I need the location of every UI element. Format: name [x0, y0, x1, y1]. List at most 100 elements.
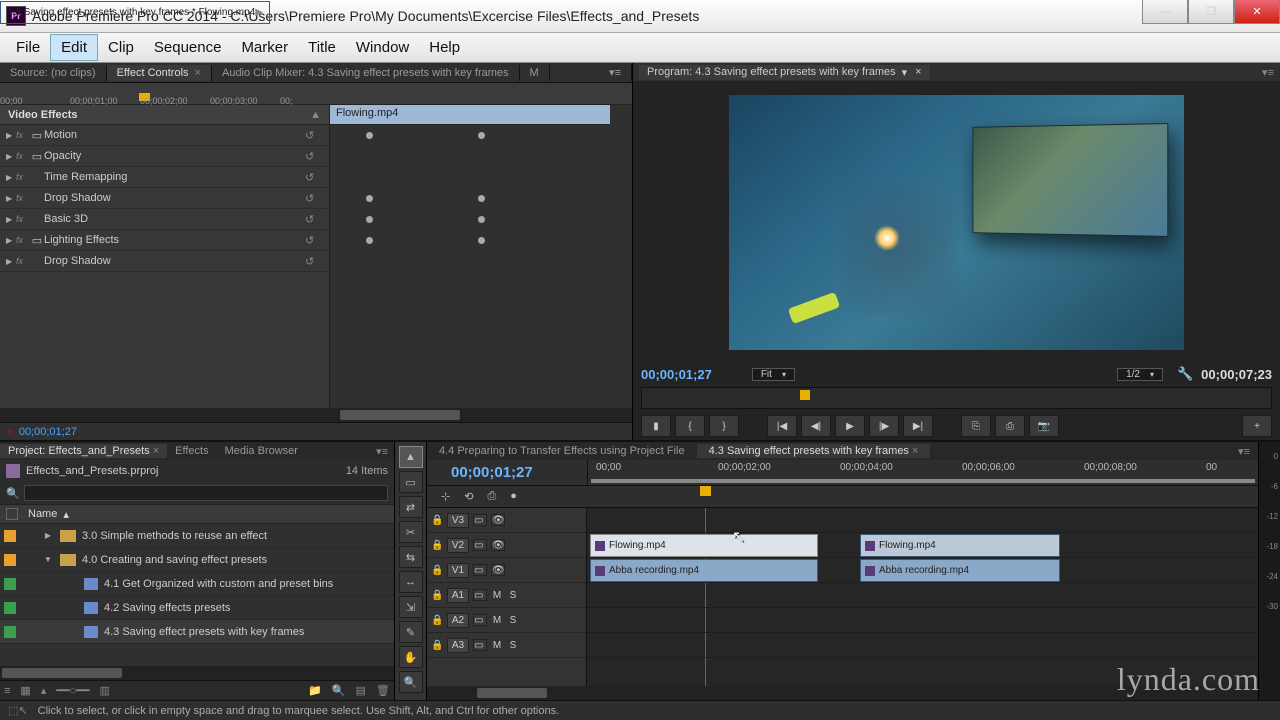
settings-icon[interactable]: 🔧 — [1177, 366, 1193, 382]
icon-view-icon[interactable]: ▦ — [20, 684, 30, 697]
tab-metadata[interactable]: M — [520, 65, 550, 81]
new-item-icon[interactable]: ▤ — [356, 684, 366, 697]
effect-hscroll[interactable] — [0, 408, 632, 422]
transport-button[interactable]: ⎙ — [995, 415, 1025, 437]
keyframe-marker[interactable] — [366, 237, 373, 244]
panel-menu-icon[interactable]: ▾≡ — [1230, 445, 1258, 458]
tool-button[interactable]: ▭ — [399, 471, 423, 493]
close-icon[interactable]: × — [915, 66, 921, 78]
timeline-clip[interactable]: Flowing.mp4 — [590, 534, 818, 557]
bin-item[interactable]: ▼4.0 Creating and saving effect presets — [0, 548, 394, 572]
timeline-timecode[interactable]: 00;00;01;27 — [427, 464, 557, 481]
program-tab[interactable]: Program: 4.3 Saving effect presets with … — [639, 65, 930, 80]
keyframe-marker[interactable] — [366, 195, 373, 202]
menu-file[interactable]: File — [6, 35, 50, 60]
bin-item[interactable]: ▶3.0 Simple methods to reuse an effect — [0, 524, 394, 548]
panel-menu-icon[interactable]: ▾≡ — [1262, 66, 1274, 79]
tool-button[interactable]: 🔍 — [399, 671, 423, 693]
new-bin-icon[interactable]: 📁 — [308, 684, 322, 697]
track-header-a3[interactable]: 🔒A3▭MS — [427, 633, 586, 658]
tool-button[interactable]: ↔ — [399, 571, 423, 593]
transport-button[interactable]: ⎘ — [961, 415, 991, 437]
sequence-item[interactable]: 4.1 Get Organized with custom and preset… — [0, 572, 394, 596]
menu-marker[interactable]: Marker — [231, 35, 298, 60]
program-monitor[interactable] — [633, 81, 1280, 364]
transport-button[interactable]: |◀ — [767, 415, 797, 437]
tool-button[interactable]: ⇄ — [399, 496, 423, 518]
tab-effect-controls[interactable]: Effect Controls× — [107, 65, 212, 81]
track-lane-a3[interactable] — [587, 633, 1258, 658]
keyframe-marker[interactable] — [478, 195, 485, 202]
timeline-tool-button[interactable]: ⟲ — [464, 490, 473, 503]
timeline-tool-button[interactable]: ⎙ — [487, 490, 496, 503]
minimize-button[interactable]: — — [1142, 0, 1188, 24]
tool-button[interactable]: ▲ — [399, 446, 423, 468]
effect-property[interactable]: ▶fxBasic 3D↺ — [0, 209, 329, 230]
sequence-item[interactable]: 4.3 Saving effect presets with key frame… — [0, 620, 394, 644]
transport-button[interactable]: ▮ — [641, 415, 671, 437]
transport-button[interactable]: |▶ — [869, 415, 899, 437]
sequence-item[interactable]: 4.2 Saving effects presets — [0, 596, 394, 620]
timeline-tab[interactable]: 4.3 Saving effect presets with key frame… — [697, 444, 931, 458]
keyframe-marker[interactable] — [366, 216, 373, 223]
menu-title[interactable]: Title — [298, 35, 346, 60]
panel-menu-icon[interactable]: ▾≡ — [370, 445, 394, 458]
timeline-tool-button[interactable]: ● — [510, 490, 517, 503]
menu-help[interactable]: Help — [419, 35, 470, 60]
timeline-clip[interactable]: Flowing.mp4 — [860, 534, 1060, 557]
menu-clip[interactable]: Clip — [98, 35, 144, 60]
add-button[interactable]: + — [1242, 415, 1272, 437]
panel-menu-icon[interactable]: ▾≡ — [599, 64, 632, 81]
trash-icon[interactable]: 🗑 — [376, 684, 390, 697]
project-column-header[interactable]: Name▴ — [0, 504, 394, 524]
effect-property[interactable]: ▶fxDrop Shadow↺ — [0, 251, 329, 272]
timeline-clip[interactable]: Abba recording.mp4 — [590, 559, 818, 582]
project-hscroll[interactable] — [0, 666, 394, 680]
project-search-input[interactable] — [24, 485, 388, 501]
menu-sequence[interactable]: Sequence — [144, 35, 232, 60]
zoom-fit-dropdown[interactable]: Fit — [752, 368, 795, 381]
effect-timecode[interactable]: 00;00;01;27 — [0, 422, 632, 440]
transport-button[interactable]: } — [709, 415, 739, 437]
track-header-a1[interactable]: 🔒A1▭MS — [427, 583, 586, 608]
track-lane-a2[interactable] — [587, 608, 1258, 633]
effect-property[interactable]: ▶fx▭Opacity↺ — [0, 146, 329, 167]
menu-edit[interactable]: Edit — [50, 34, 98, 61]
timeline-hscroll[interactable] — [427, 686, 1258, 700]
keyframe-marker[interactable] — [478, 216, 485, 223]
tab-source[interactable]: Source: (no clips) — [0, 65, 107, 81]
track-header-a2[interactable]: 🔒A2▭MS — [427, 608, 586, 633]
tool-button[interactable]: ✋ — [399, 646, 423, 668]
track-lane-v3[interactable] — [587, 508, 1258, 533]
maximize-button[interactable]: ❐ — [1188, 0, 1234, 24]
program-timecode[interactable]: 00;00;01;27 — [641, 367, 712, 382]
close-button[interactable]: ✕ — [1234, 0, 1280, 24]
track-header-v2[interactable]: 🔒V2▭👁 — [427, 533, 586, 558]
tab-audio-mixer[interactable]: Audio Clip Mixer: 4.3 Saving effect pres… — [212, 65, 520, 81]
timeline-tab[interactable]: 4.4 Preparing to Transfer Effects using … — [427, 444, 697, 458]
tool-button[interactable]: ✂ — [399, 521, 423, 543]
effect-property[interactable]: ▶fxTime Remapping↺ — [0, 167, 329, 188]
tool-button[interactable]: ⇲ — [399, 596, 423, 618]
project-tab[interactable]: Effects — [167, 444, 216, 458]
list-view-icon[interactable]: ≡ — [4, 685, 10, 697]
keyframe-marker[interactable] — [478, 132, 485, 139]
keyframe-marker[interactable] — [366, 132, 373, 139]
tool-button[interactable]: ⇆ — [399, 546, 423, 568]
track-lane-a1[interactable] — [587, 583, 1258, 608]
close-icon[interactable]: × — [195, 67, 201, 79]
track-header-v3[interactable]: 🔒V3▭👁 — [427, 508, 586, 533]
effect-keyframe-area[interactable]: Flowing.mp4 — [330, 105, 632, 408]
transport-button[interactable]: ◀| — [801, 415, 831, 437]
work-area-bar[interactable] — [591, 479, 1255, 483]
find-icon[interactable]: 🔍 — [332, 684, 346, 697]
effect-property[interactable]: ▶fx▭Lighting Effects↺ — [0, 230, 329, 251]
project-tab[interactable]: Media Browser — [217, 444, 306, 458]
timeline-ruler[interactable]: 00;0000;00;02;0000;00;04;0000;00;06;0000… — [587, 460, 1258, 485]
track-header-v1[interactable]: 🔒V1▭👁 — [427, 558, 586, 583]
project-tree[interactable]: ▶3.0 Simple methods to reuse an effect▼4… — [0, 524, 394, 666]
transport-button[interactable]: { — [675, 415, 705, 437]
track-area[interactable]: Flowing.mp4Flowing.mp4Abba recording.mp4… — [587, 508, 1258, 686]
keyframe-marker[interactable] — [478, 237, 485, 244]
transport-button[interactable]: ▶| — [903, 415, 933, 437]
